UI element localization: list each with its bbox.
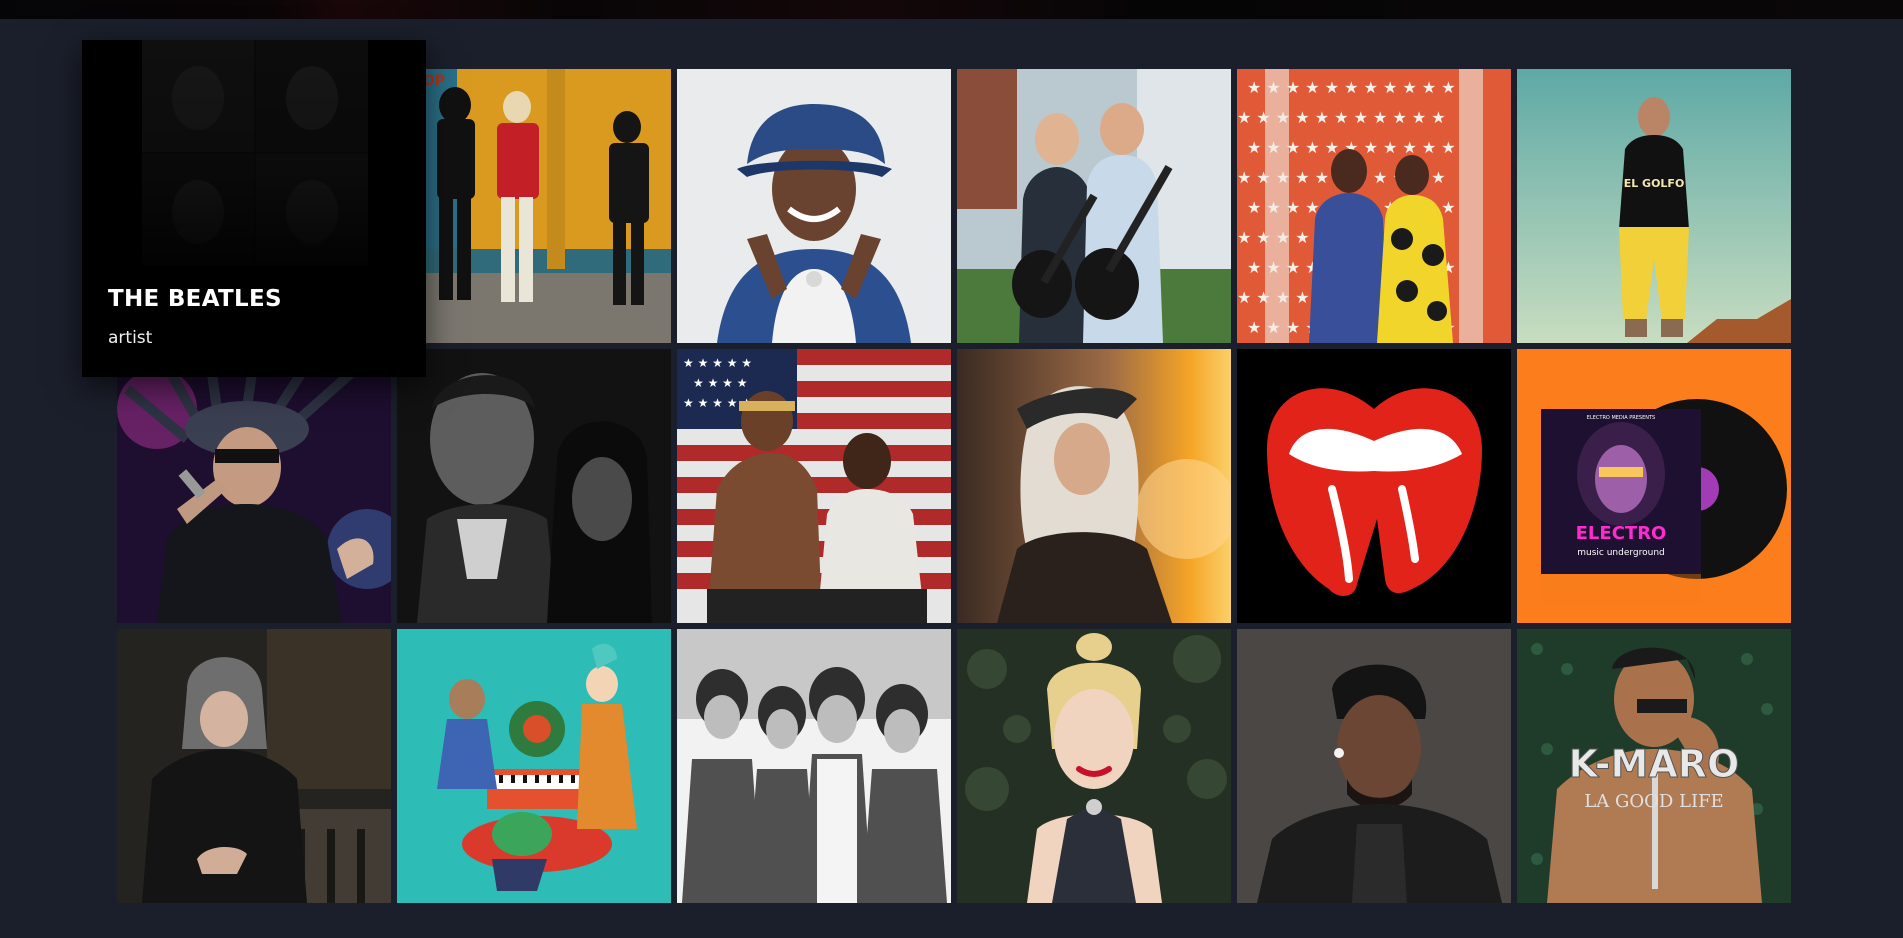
featured-card-gradient [82, 40, 426, 377]
el-golfo-shirt-text: EL GOLFO [1624, 177, 1685, 190]
electro-album-cover: ELECTRO MEDIA PRESENTS ELECTRO music und… [1517, 349, 1791, 623]
usher-image [1237, 629, 1511, 903]
artist-tile-gwen-stefani[interactable] [957, 629, 1231, 903]
svg-text:★ ★ ★ ★ ★: ★ ★ ★ ★ ★ [683, 356, 752, 370]
artist-tile-electro[interactable]: ELECTRO MEDIA PRESENTS ELECTRO music und… [1517, 349, 1791, 623]
tongue-logo-icon [1237, 349, 1511, 623]
snoop-dogg-image [677, 69, 951, 343]
k-maro-album-cover: K-MARO LA GOOD LIFE [1517, 629, 1791, 903]
guitar-duo-image [957, 69, 1231, 343]
punk-band-image: SHOP [397, 69, 671, 343]
svg-text:★ ★ ★ ★: ★ ★ ★ ★ [693, 376, 747, 390]
top-bar [0, 0, 1903, 19]
artist-tile-guitar-duo[interactable] [957, 69, 1231, 343]
featured-artist-type: artist [108, 328, 153, 348]
artist-tile-k-maro[interactable]: K-MARO LA GOOD LIFE [1517, 629, 1791, 903]
k-maro-cover-title: K-MARO [1569, 742, 1740, 786]
featured-artist-title: THE BEATLES [108, 286, 282, 312]
electro-cover-header: ELECTRO MEDIA PRESENTS [1587, 415, 1655, 421]
artist-tile-eminem[interactable] [117, 629, 391, 903]
artist-tile-snoop-dogg[interactable] [677, 69, 951, 343]
electro-cover-title: ELECTRO [1576, 523, 1667, 544]
outkast-image: ★ ★ ★ ★ ★★ ★ ★ ★★ ★ ★ ★ ★ [677, 349, 951, 623]
eminem-image [117, 629, 391, 903]
artist-tile-punk-band[interactable]: SHOP [397, 69, 671, 343]
artist-tile-blonde-singer[interactable] [957, 349, 1231, 623]
jamiroquai-image [117, 349, 391, 623]
electro-cover-subtitle: music underground [1577, 548, 1665, 558]
artist-tile-usher[interactable] [1237, 629, 1511, 903]
gorillaz-image [397, 629, 671, 903]
el-golfo-image: EL GOLFO [1517, 69, 1791, 343]
k-maro-cover-subtitle: LA GOOD LIFE [1584, 791, 1723, 812]
artist-tile-el-golfo[interactable]: EL GOLFO [1517, 69, 1791, 343]
bw-band-image [677, 629, 951, 903]
blonde-singer-image [957, 349, 1231, 623]
artist-tile-jamiroquai[interactable] [117, 349, 391, 623]
featured-artist-card[interactable]: THE BEATLES artist [82, 40, 426, 377]
artist-tile-bw-duo[interactable] [397, 349, 671, 623]
artist-tile-gorillaz[interactable] [397, 629, 671, 903]
artist-tile-rolling-stones[interactable] [1237, 349, 1511, 623]
couple-stars-image: ★ ★ ★ ★ ★ ★ ★ ★ ★ ★ ★ ★ ★ ★ ★ ★ ★ ★ ★ ★ … [1237, 69, 1511, 343]
bw-duo-image [397, 349, 671, 623]
artist-tile-bw-band[interactable] [677, 629, 951, 903]
gwen-stefani-image [957, 629, 1231, 903]
artist-tile-outkast[interactable]: ★ ★ ★ ★ ★ ★ ★ ★ ★ ★ ★ ★ ★ ★ [677, 349, 951, 623]
artist-tile-couple-stars[interactable]: ★ ★ ★ ★ ★ ★ ★ ★ ★ ★ ★ ★ ★ ★ ★ ★ ★ ★ ★ ★ … [1237, 69, 1511, 343]
